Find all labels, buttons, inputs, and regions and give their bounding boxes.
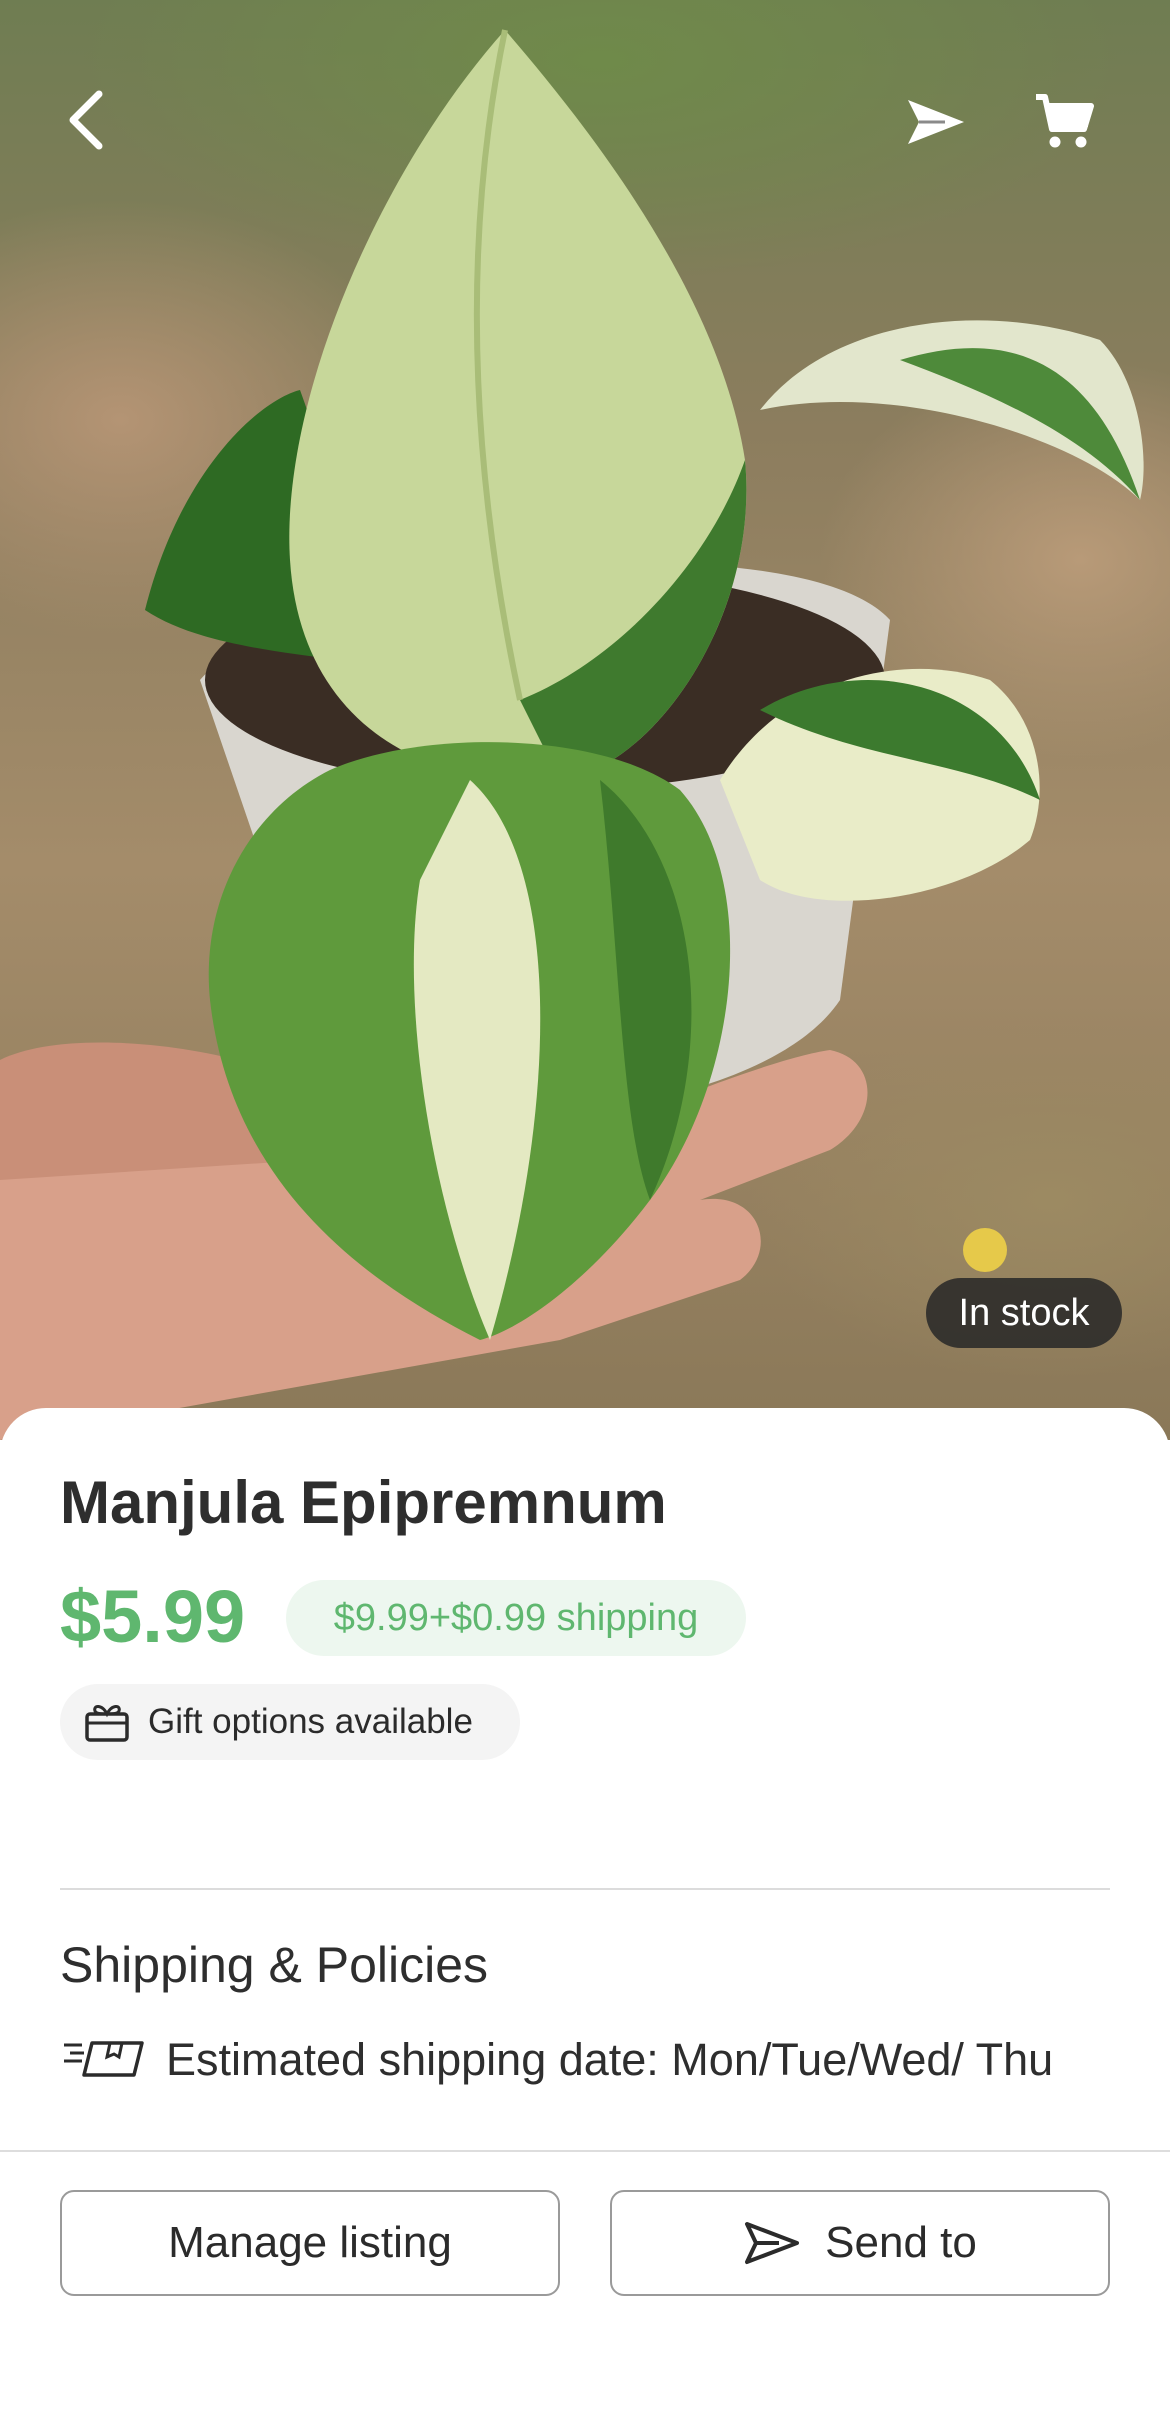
cart-button[interactable] [1018,76,1110,168]
cart-icon [1036,94,1094,148]
chevron-left-icon [69,90,103,150]
bottom-action-bar: Manage listing Send to [0,2150,1170,2429]
manage-listing-button[interactable]: Manage listing [60,2190,560,2296]
product-price: $5.99 [60,1575,246,1658]
original-price-text: $9.99+$0.99 shipping [333,1596,699,1639]
send-to-label: Send to [825,2218,977,2267]
shipping-box-icon [64,2041,144,2077]
gift-icon [85,1705,129,1742]
stock-badge: In stock [926,1278,1122,1348]
gift-options-pill[interactable]: Gift options available [60,1684,520,1760]
product-photo[interactable]: In stock [0,0,1170,1440]
shipping-section-title: Shipping & Policies [60,1937,489,1993]
send-icon [908,100,964,144]
product-title: Manjula Epipremnum [60,1469,667,1536]
original-price-pill: $9.99+$0.99 shipping [286,1580,746,1656]
plant-image [0,29,1144,1440]
back-button[interactable] [40,70,130,170]
send-icon [745,2222,800,2264]
section-divider [60,1888,1110,1890]
product-page: In stock Manjula Epipremnum $5.99 $9.99+… [0,0,1170,2429]
share-button[interactable] [888,80,984,164]
gift-options-label: Gift options available [148,1702,473,1741]
manage-listing-label: Manage listing [168,2218,452,2267]
estimated-shipping-text: Estimated shipping date: Mon/Tue/Wed/ Th… [166,2034,1054,2085]
send-to-button[interactable]: Send to [610,2190,1110,2296]
